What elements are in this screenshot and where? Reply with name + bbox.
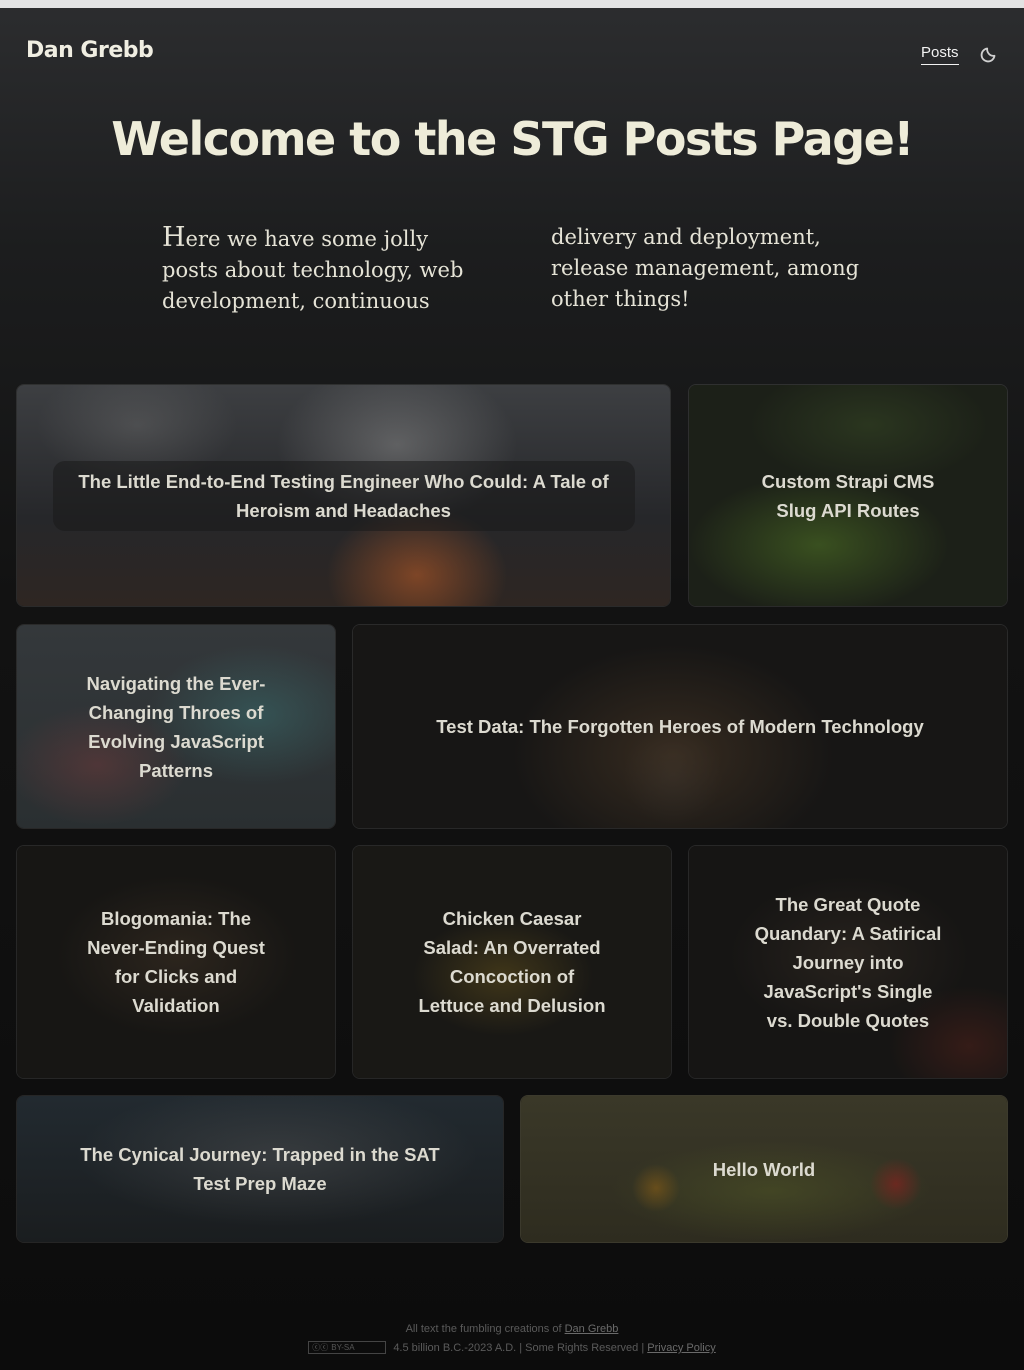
post-card-title: Navigating the Ever-Changing Throes of E… (86, 672, 266, 781)
post-card[interactable]: The Cynical Journey: Trapped in the SAT … (16, 1095, 504, 1243)
cc-license-badge[interactable]: ⓒⓒ BY-SA (308, 1340, 387, 1354)
post-card-title: Test Data: The Forgotten Heroes of Moder… (436, 716, 924, 737)
post-card-title: Hello World (712, 1158, 816, 1180)
post-card[interactable]: Blogomania: The Never-Ending Quest for C… (16, 845, 336, 1079)
post-card[interactable]: Navigating the Ever-Changing Throes of E… (16, 624, 336, 829)
post-card-title: Custom Strapi CMS Slug API Routes (761, 470, 935, 521)
post-card-title: The Little End-to-End Testing Engineer W… (52, 460, 635, 531)
post-card[interactable]: The Little End-to-End Testing Engineer W… (16, 384, 671, 607)
post-card[interactable]: Test Data: The Forgotten Heroes of Moder… (352, 624, 1008, 829)
moon-icon[interactable] (980, 43, 1000, 63)
post-card[interactable]: Chicken Caesar Salad: An Overrated Conco… (352, 845, 672, 1079)
intro-paragraph: Here we have some jolly posts about tech… (162, 222, 860, 313)
footer-copyright-text: 4.5 billion B.C.-2023 A.D. | Some Rights… (393, 1342, 645, 1354)
footer-line-2: ⓒⓒ BY-SA 4.5 billion B.C.-2023 A.D. | Som… (0, 1339, 1024, 1358)
browser-top-strip (0, 0, 1024, 8)
site-footer: All text the fumbling creations of Dan G… (0, 1320, 1024, 1358)
site-logo[interactable]: Dan Grebb (26, 38, 154, 63)
footer-credit-text: All text the fumbling creations of (405, 1323, 562, 1335)
nav-link-posts[interactable]: Posts (921, 44, 959, 65)
cc-icon: ⓒⓒ (312, 1342, 329, 1352)
post-card[interactable]: Custom Strapi CMS Slug API Routes (688, 384, 1008, 607)
post-card-title: The Cynical Journey: Trapped in the SAT … (80, 1144, 440, 1194)
post-card[interactable]: Hello World (520, 1095, 1008, 1243)
post-card-title: Blogomania: The Never-Ending Quest for C… (87, 908, 265, 1016)
footer-author-link[interactable]: Dan Grebb (565, 1323, 619, 1335)
post-card[interactable]: The Great Quote Quandary: A Satirical Jo… (688, 845, 1008, 1079)
site-header: Dan Grebb Posts (0, 8, 1024, 100)
cc-badge-label: BY-SA (331, 1342, 355, 1352)
post-card-title: The Great Quote Quandary: A Satirical Jo… (754, 893, 942, 1031)
page-title: Welcome to the STG Posts Page! (111, 112, 914, 166)
privacy-policy-link[interactable]: Privacy Policy (647, 1342, 715, 1354)
post-card-title: Chicken Caesar Salad: An Overrated Conco… (418, 908, 606, 1016)
footer-line-1: All text the fumbling creations of Dan G… (0, 1320, 1024, 1339)
